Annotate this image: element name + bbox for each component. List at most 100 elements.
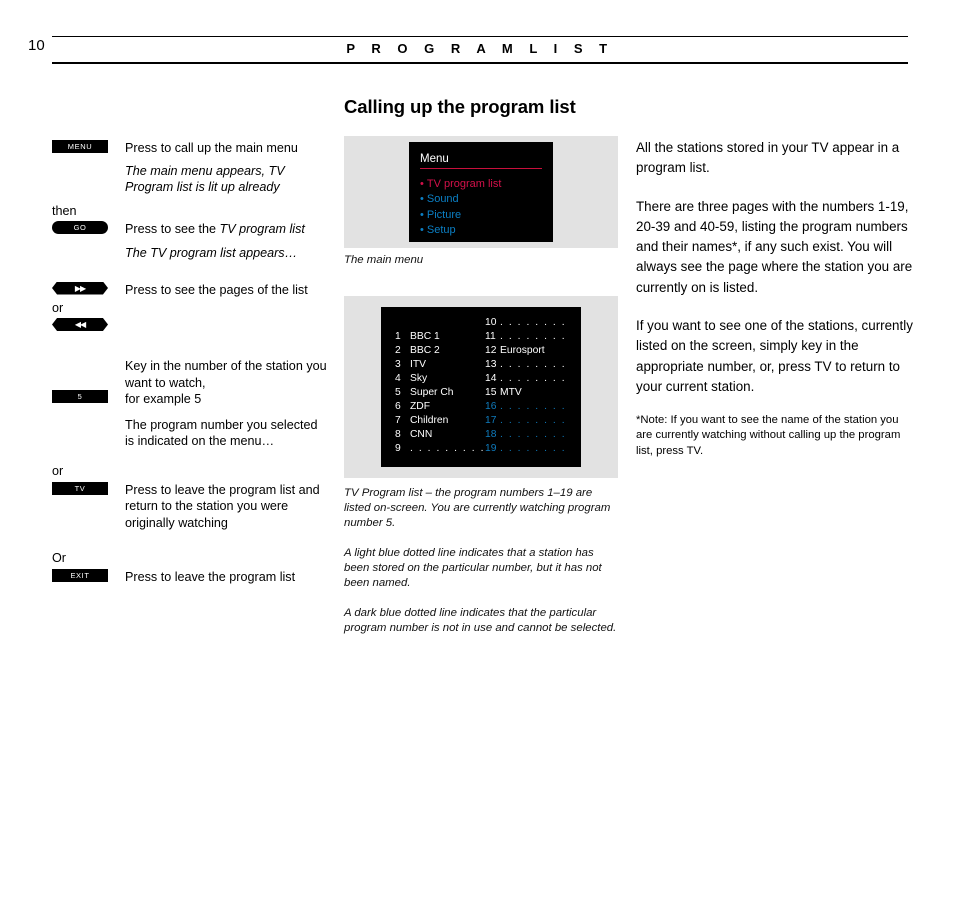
tv-program-name: MTV — [500, 387, 522, 399]
body-footnote: *Note: If you want to see the name of th… — [636, 414, 901, 457]
figure-program-list: 1 BBC 1 2 BBC 2 3 ITV 4 Sky 5 Super Ch 6… — [344, 296, 619, 636]
tv-program-row[interactable]: 8 CNN — [395, 428, 485, 442]
tv-program-row[interactable]: 2 BBC 2 — [395, 344, 485, 358]
instruction-text-go-b: TV program list — [219, 221, 305, 236]
key-tv-wrapper: TV — [52, 481, 108, 495]
instruction-text-selected: The program number you selected is indic… — [125, 417, 318, 449]
bullet-icon: • — [420, 178, 424, 191]
tv-program-name: . . . . . . . . . — [410, 443, 485, 455]
instruction-text-number: Key in the number of the station you wan… — [125, 358, 327, 408]
key-forward[interactable]: ▶▶ — [52, 281, 108, 295]
tv-menu-rule — [420, 168, 542, 170]
key-forward-wrapper: ▶▶ — [52, 281, 108, 295]
instruction-step-rewind: ◀◀ — [52, 318, 327, 332]
tv-program-row[interactable]: 4 Sky — [395, 372, 485, 386]
figure-program-list-caption-2: A light blue dotted line indicates that … — [344, 547, 602, 589]
tv-program-name: Children — [410, 415, 449, 427]
tv-program-row[interactable]: 12 Eurosport — [485, 344, 575, 358]
bullet-icon: • — [420, 208, 424, 221]
header-rule-top — [52, 36, 908, 37]
conjunction-or-exit: Or — [52, 551, 66, 565]
body-paragraph-3: If you want to see one of the stations, … — [636, 318, 913, 394]
tv-program-number: 1 — [395, 331, 401, 343]
tv-program-name: BBC 2 — [410, 345, 440, 357]
instruction-note-list-appears: The TV program list appears… — [52, 245, 327, 262]
tv-program-number: 14 — [485, 373, 497, 385]
tv-program-row[interactable]: 3 ITV — [395, 358, 485, 372]
instruction-step-exit: EXIT Press to leave the program list — [52, 569, 327, 586]
tv-program-row[interactable]: 9 . . . . . . . . . — [395, 442, 485, 456]
instruction-text-menu: Press to call up the main menu — [125, 141, 298, 155]
tv-program-number: 15 — [485, 387, 497, 399]
tv-program-number: 16 — [485, 401, 497, 413]
tv-program-number: 5 — [395, 387, 401, 399]
bullet-icon: • — [420, 193, 424, 206]
tv-program-row[interactable]: 11 . . . . . . . . — [485, 330, 575, 344]
tv-program-list-left-column: 1 BBC 1 2 BBC 2 3 ITV 4 Sky 5 Super Ch 6… — [395, 316, 485, 456]
instruction-text-main-menu-note: The main menu appears, TV Program list i… — [125, 163, 285, 195]
tv-program-row[interactable]: 14. . . . . . . . — [485, 372, 575, 386]
tv-program-number: 9 — [395, 443, 401, 455]
tv-menu-title: Menu — [420, 153, 449, 165]
figure-main-menu-caption: The main menu — [344, 254, 424, 266]
key-exit-wrapper: EXIT — [52, 569, 108, 582]
tv-program-name: Sky — [410, 373, 428, 385]
key-rewind-wrapper: ◀◀ — [52, 318, 108, 331]
body-paragraph-1: All the stations stored in your TV appea… — [636, 140, 900, 176]
tv-program-name: . . . . . . . . — [500, 373, 567, 385]
tv-program-row: 16. . . . . . . . — [485, 400, 575, 414]
tv-program-row: 17. . . . . . . . — [485, 414, 575, 428]
key-exit[interactable]: EXIT — [52, 569, 108, 582]
tv-program-number: 3 — [395, 359, 401, 371]
instruction-text-number-l2: want to watch, — [125, 375, 206, 390]
tv-program-row[interactable]: 5 Super Ch — [395, 386, 485, 400]
tv-program-row[interactable]: 10. . . . . . . . — [485, 316, 575, 330]
instruction-text-go: Press to see the TV program list — [125, 221, 327, 238]
tv-program-number: 4 — [395, 373, 401, 385]
tv-program-row[interactable]: 1 BBC 1 — [395, 330, 485, 344]
figure-program-list-frame: 1 BBC 1 2 BBC 2 3 ITV 4 Sky 5 Super Ch 6… — [344, 296, 618, 478]
tv-menu-item-setup[interactable]: • Setup — [420, 223, 542, 238]
tv-program-list-columns: 1 BBC 1 2 BBC 2 3 ITV 4 Sky 5 Super Ch 6… — [381, 316, 581, 456]
conjunction-or-tv: or — [52, 463, 64, 478]
tv-program-list-screen: 1 BBC 1 2 BBC 2 3 ITV 4 Sky 5 Super Ch 6… — [381, 307, 581, 467]
instruction-text-tv: Press to leave the program list and retu… — [125, 482, 320, 530]
tv-program-name: ITV — [410, 359, 427, 371]
tv-menu-item-label: Setup — [426, 223, 456, 236]
section-title: Calling up the program list — [344, 96, 576, 117]
tv-menu-item-label: TV program list — [426, 178, 502, 191]
tv-program-name: . . . . . . . . — [500, 359, 567, 371]
instruction-step-menu: MENU Press to call up the main menu — [52, 140, 327, 157]
tv-menu-item-sound[interactable]: • Sound — [420, 192, 542, 207]
figure-program-list-caption-1: TV Program list – the program numbers 1–… — [344, 487, 611, 529]
instruction-step-go: GO Press to see the TV program list — [52, 220, 327, 238]
tv-program-number: 2 — [395, 345, 401, 357]
key-five-wrapper: 5 — [52, 390, 108, 403]
instructions-column: MENU Press to call up the main menu The … — [52, 140, 327, 586]
key-rewind[interactable]: ◀◀ — [52, 318, 108, 331]
tv-program-row[interactable]: 15 MTV — [485, 386, 575, 400]
instruction-step-forward: ▶▶ Press to see the pages of the list — [52, 281, 327, 299]
tv-menu-item-label: Sound — [426, 193, 459, 206]
tv-menu-item-tv-program-list[interactable]: • TV program list — [420, 177, 542, 192]
tv-program-name: . . . . . . . . — [500, 401, 567, 413]
tv-program-name: . . . . . . . . — [500, 429, 567, 441]
tv-program-row[interactable]: 13. . . . . . . . — [485, 358, 575, 372]
instruction-text-number-l3: for example 5 — [125, 392, 202, 406]
tv-program-name: ZDF — [410, 401, 431, 413]
tv-program-row[interactable]: 7 Children — [395, 414, 485, 428]
key-tv[interactable]: TV — [52, 481, 108, 495]
key-menu[interactable]: MENU — [52, 140, 108, 153]
key-five[interactable]: 5 — [52, 390, 108, 403]
figures-column: Calling up the program list Menu • TV pro… — [344, 96, 619, 636]
tv-menu-item-picture[interactable]: • Picture — [420, 208, 542, 223]
tv-program-name: . . . . . . . . — [500, 415, 567, 427]
fast-forward-icon: ▶▶ — [74, 283, 86, 293]
header-rule-bottom — [52, 62, 908, 64]
instruction-text-go-a: Press to see the — [125, 221, 220, 236]
instruction-text-forward: Press to see the pages of the list — [125, 282, 308, 297]
key-menu-wrapper: MENU — [52, 140, 108, 153]
bullet-icon: • — [420, 223, 424, 236]
key-go[interactable]: GO — [52, 220, 108, 234]
tv-program-row[interactable]: 6 ZDF — [395, 400, 485, 414]
